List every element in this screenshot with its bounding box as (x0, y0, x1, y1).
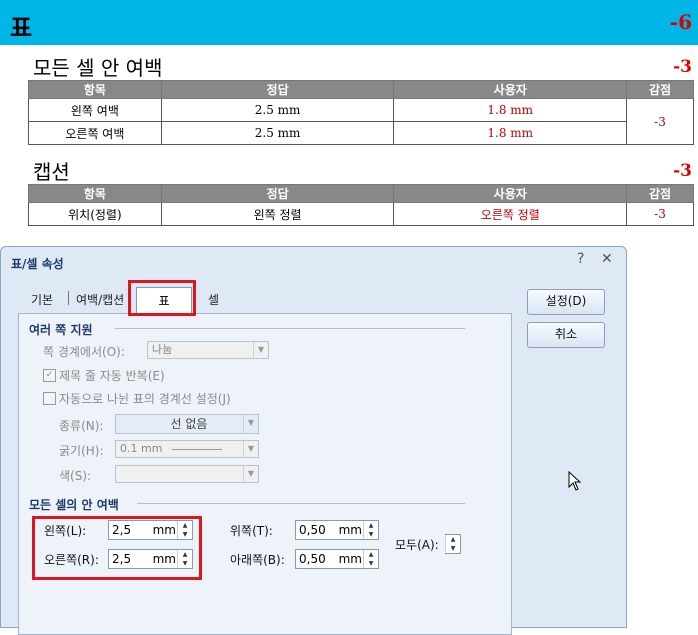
repeat-header-checkbox[interactable]: ✓ (43, 369, 56, 382)
cancel-button[interactable]: 취소 (527, 322, 605, 348)
unit-label: mm (338, 523, 362, 537)
line-sample (172, 449, 222, 450)
column-header: 정답 (160, 80, 395, 99)
highlight-box-margins (32, 516, 202, 580)
user-cell: 1.8 mm (393, 121, 628, 145)
table-row: 오른쪽 여백 2.5 mm 1.8 mm (28, 121, 694, 145)
tab-margin-caption[interactable]: 여백/캡션 (76, 291, 124, 308)
chevron-down-icon: ▼ (243, 466, 258, 482)
top-margin-label: 위쪽(T): (230, 524, 273, 538)
boundary-value: 나눔 (152, 343, 173, 356)
repeat-header-label: 제목 줄 자동 반복(E) (59, 369, 165, 383)
bottom-margin-label: 아래쪽(B): (230, 553, 285, 567)
boundary-select[interactable]: 나눔 ▼ (147, 341, 269, 359)
group-label-cell-margin: 모든 셀의 안 여백 (29, 498, 119, 512)
page-title: 표 (10, 13, 33, 42)
total-deduction: -6 (669, 10, 692, 34)
highlight-box-tab (128, 280, 196, 316)
all-margin-label: 모두(A): (395, 538, 439, 552)
column-header: 정답 (160, 184, 395, 203)
column-header: 항목 (28, 184, 162, 203)
column-header: 감점 (626, 80, 694, 99)
tab-divider (68, 291, 69, 305)
column-header: 항목 (28, 80, 162, 99)
column-header: 사용자 (393, 184, 628, 203)
item-cell: 위치(정렬) (28, 202, 162, 226)
caption-table: 항목 정답 사용자 감점 위치(정렬) 왼쪽 정렬 오른쪽 정렬 -3 (28, 184, 694, 226)
section-score-cell-margin: -3 (673, 57, 692, 77)
spin-up-icon[interactable]: ▲ (364, 521, 378, 530)
mouse-cursor-icon (568, 471, 582, 491)
result-header-bar (0, 0, 698, 45)
answer-cell: 왼쪽 정렬 (160, 202, 395, 226)
column-header: 사용자 (393, 80, 628, 99)
spin-down-icon[interactable]: ▼ (446, 544, 460, 553)
help-icon[interactable]: ? (577, 251, 584, 267)
section-title-cell-margin: 모든 셀 안 여백 (33, 56, 163, 80)
chevron-down-icon: ▼ (253, 342, 268, 358)
deduction-cell: -3 (626, 98, 694, 145)
table-row: 왼쪽 여백 2.5 mm 1.8 mm -3 (28, 98, 694, 145)
column-header: 감점 (626, 184, 694, 203)
section-title-caption: 캡션 (33, 160, 70, 184)
table-cell-properties-dialog: 표/셀 속성 ? ✕ 기본 여백/캡션 셀 여러 쪽 지원 쪽 경계에서(O):… (0, 246, 627, 635)
auto-border-label: 자동으로 나뉜 표의 경계선 설정(J) (59, 392, 231, 406)
spin-down-icon[interactable]: ▼ (364, 559, 378, 568)
deduction-cell: -3 (626, 202, 694, 226)
cell-margin-table: 항목 정답 사용자 감점 왼쪽 여백 2.5 mm 1.8 mm -3 오른쪽 … (28, 80, 694, 145)
color-label: 색(S): (59, 469, 92, 483)
tab-panel: 여러 쪽 지원 쪽 경계에서(O): 나눔 ▼ ✓ 제목 줄 자동 반복(E) … (18, 313, 512, 635)
auto-border-checkbox[interactable] (43, 392, 56, 405)
all-margin-stepper[interactable]: ▲ ▼ (445, 534, 461, 554)
thickness-label: 굵기(H): (59, 444, 104, 458)
close-icon[interactable]: ✕ (601, 251, 613, 267)
chevron-down-icon: ▼ (243, 441, 258, 457)
group-divider (115, 328, 465, 329)
tab-cell[interactable]: 셀 (208, 291, 219, 308)
ok-button[interactable]: 설정(D) (527, 289, 605, 315)
bottom-margin-stepper[interactable]: 0,50 mm ▲ ▼ (295, 549, 379, 569)
user-cell: 1.8 mm (393, 98, 628, 122)
answer-cell: 2.5 mm (160, 98, 395, 122)
spin-down-icon[interactable]: ▼ (364, 530, 378, 539)
spin-up-icon[interactable]: ▲ (446, 535, 460, 544)
item-cell: 오른쪽 여백 (28, 121, 162, 145)
item-cell: 왼쪽 여백 (28, 98, 162, 122)
bottom-margin-value: 0,50 (299, 552, 326, 566)
table-row: 위치(정렬) 왼쪽 정렬 오른쪽 정렬 -3 (28, 202, 694, 226)
group-label-multi-page: 여러 쪽 지원 (29, 323, 93, 337)
dialog-title: 표/셀 속성 (11, 257, 64, 271)
group-divider (137, 503, 465, 504)
section-score-caption: -3 (673, 161, 692, 181)
top-margin-value: 0,50 (299, 523, 326, 537)
line-type-label: 종류(N): (59, 419, 104, 433)
spin-up-icon[interactable]: ▲ (364, 550, 378, 559)
top-margin-stepper[interactable]: 0,50 mm ▲ ▼ (295, 520, 379, 540)
line-type-select[interactable]: 선 없음 ▼ (115, 414, 259, 434)
tab-basic[interactable]: 기본 (31, 291, 53, 308)
thickness-select[interactable]: 0.1 mm ▼ (115, 440, 259, 458)
table-header-row: 항목 정답 사용자 감점 (28, 80, 694, 99)
unit-label: mm (338, 552, 362, 566)
user-cell: 오른쪽 정렬 (393, 202, 628, 226)
line-type-value: 선 없음 (170, 417, 208, 431)
color-select[interactable]: ▼ (115, 465, 259, 483)
answer-cell: 2.5 mm (160, 121, 395, 145)
table-header-row: 항목 정답 사용자 감점 (28, 184, 694, 203)
chevron-down-icon: ▼ (243, 415, 258, 433)
thickness-value: 0.1 mm (120, 442, 163, 455)
boundary-label: 쪽 경계에서(O): (43, 345, 125, 359)
